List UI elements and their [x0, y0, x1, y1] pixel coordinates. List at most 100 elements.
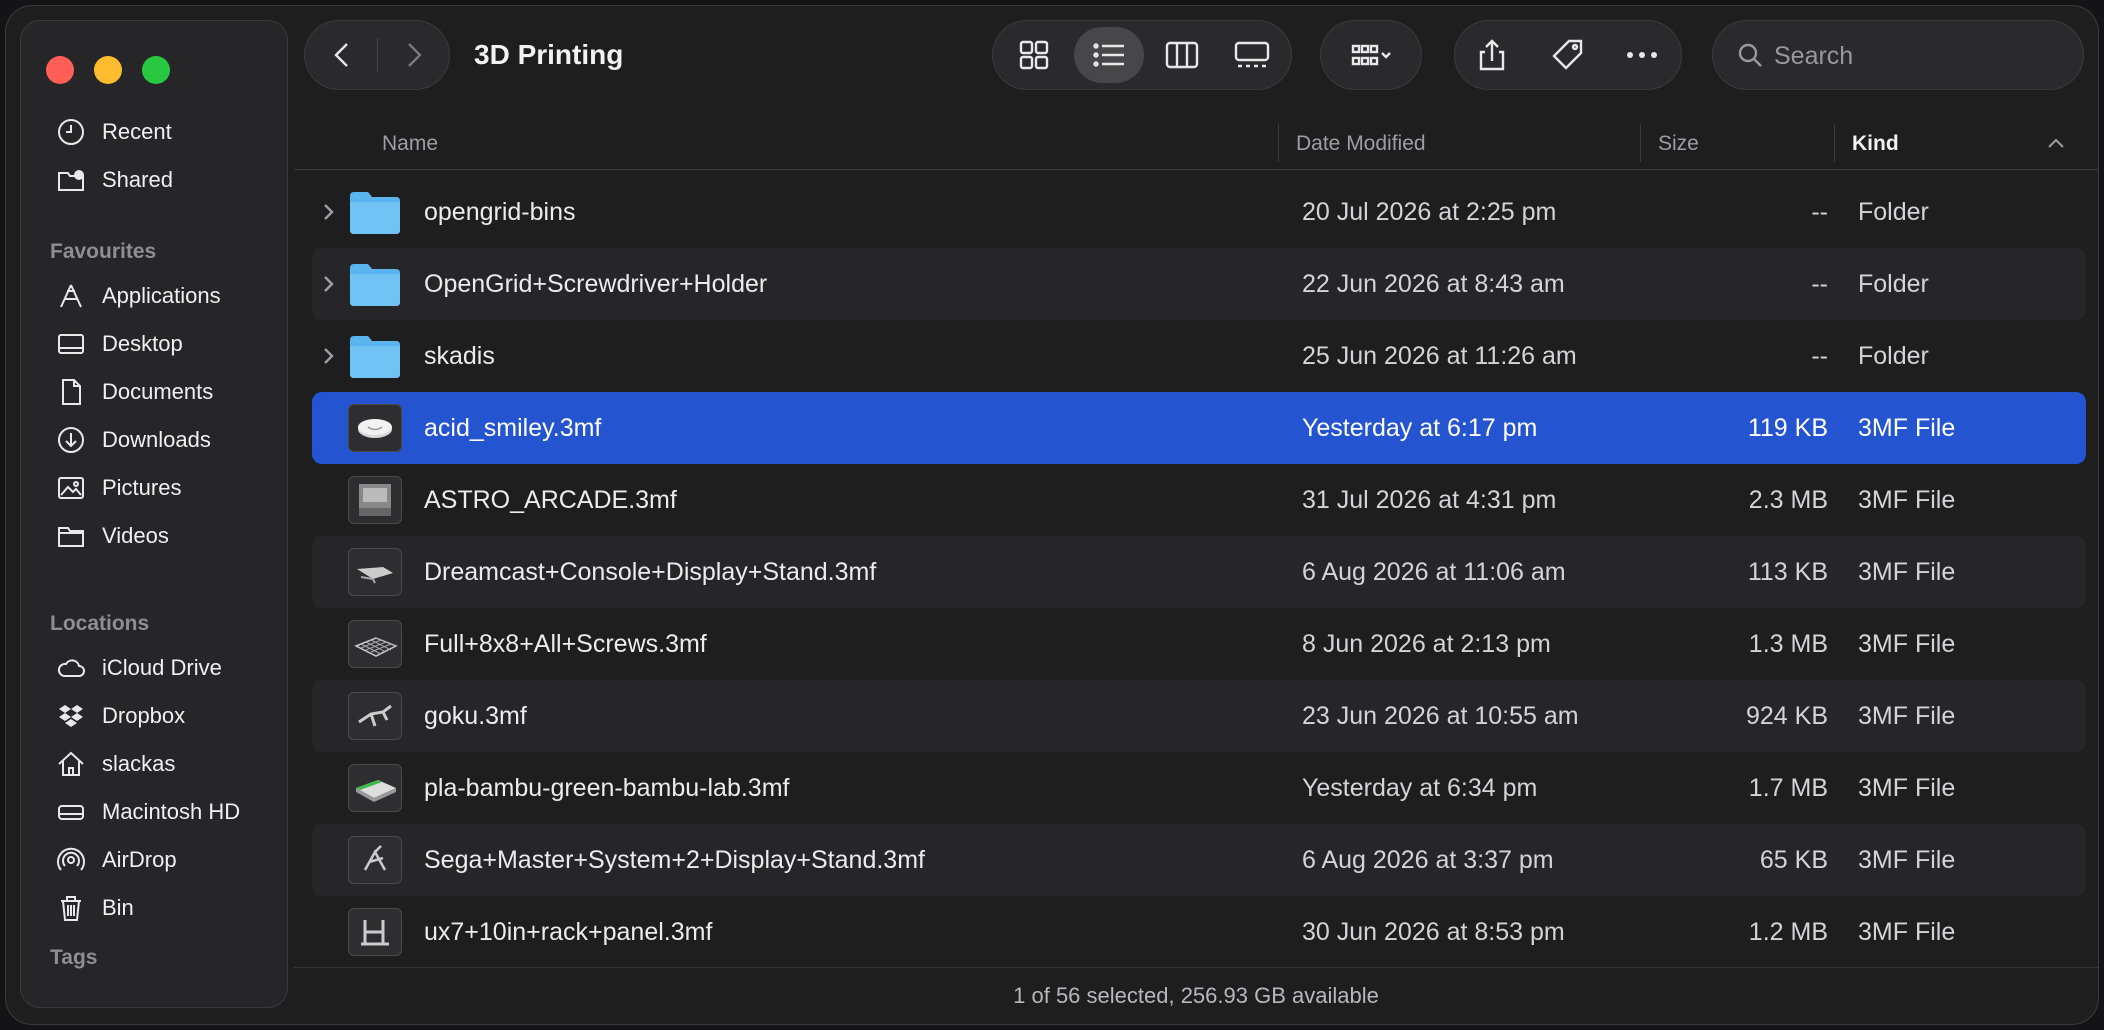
- folder-icon: [350, 264, 400, 306]
- sidebar-item-shared[interactable]: Shared: [20, 156, 288, 204]
- table-row[interactable]: opengrid-bins 20 Jul 2026 at 2:25 pm -- …: [312, 176, 2086, 248]
- disclosure-chevron-icon[interactable]: [322, 176, 342, 248]
- sidebar-item-icloud-drive[interactable]: iCloud Drive: [20, 644, 288, 692]
- table-row-selected[interactable]: acid_smiley.3mf Yesterday at 6:17 pm 119…: [312, 392, 2086, 464]
- file-kind: 3MF File: [1858, 486, 1956, 514]
- sidebar-item-downloads[interactable]: Downloads: [20, 416, 288, 464]
- tags-header[interactable]: Tags: [20, 938, 288, 978]
- columns-icon: [1165, 41, 1199, 69]
- file-name: Full+8x8+All+Screws.3mf: [424, 630, 707, 658]
- file-size: 1.7 MB: [1748, 774, 1828, 802]
- sidebar-item-dropbox[interactable]: Dropbox: [20, 692, 288, 740]
- icon-view-button[interactable]: [1004, 20, 1064, 90]
- zoom-window-button[interactable]: [142, 56, 170, 84]
- sidebar-item-label: Pictures: [102, 475, 182, 500]
- file-list: opengrid-bins 20 Jul 2026 at 2:25 pm -- …: [312, 176, 2086, 968]
- dropbox-icon: [54, 699, 88, 733]
- view-switcher: [992, 20, 1292, 90]
- minimize-window-button[interactable]: [94, 56, 122, 84]
- column-header-kind[interactable]: Kind: [1852, 124, 1899, 164]
- group-icon: [1351, 44, 1391, 66]
- sidebar-item-macintosh-hd[interactable]: Macintosh HD: [20, 788, 288, 836]
- chevron-left-icon: [334, 43, 348, 67]
- chevron-down-icon: [1381, 52, 1391, 59]
- file-kind: 3MF File: [1858, 702, 1956, 730]
- disclosure-chevron-icon[interactable]: [322, 320, 342, 392]
- search-placeholder: Search: [1774, 42, 1854, 70]
- disk-icon: [54, 795, 88, 829]
- sidebar-item-label: Applications: [102, 283, 221, 308]
- table-row[interactable]: Full+8x8+All+Screws.3mf 8 Jun 2026 at 2:…: [312, 608, 2086, 680]
- sidebar-tags-section: Tags: [20, 938, 288, 978]
- table-row[interactable]: ux7+10in+rack+panel.3mf 30 Jun 2026 at 8…: [312, 896, 2086, 968]
- table-row[interactable]: ASTRO_ARCADE.3mf 31 Jul 2026 at 4:31 pm …: [312, 464, 2086, 536]
- table-row[interactable]: Dreamcast+Console+Display+Stand.3mf 6 Au…: [312, 536, 2086, 608]
- column-view-button[interactable]: [1152, 20, 1212, 90]
- clock-icon: [54, 115, 88, 149]
- sidebar: Recent Shared Favourites Applications De…: [20, 20, 288, 1008]
- navigation-buttons: [304, 20, 450, 90]
- more-button[interactable]: [1612, 20, 1672, 90]
- group-button[interactable]: [1330, 20, 1412, 90]
- column-header-name[interactable]: Name: [382, 124, 438, 164]
- file-date: 8 Jun 2026 at 2:13 pm: [1302, 630, 1551, 658]
- file-kind: Folder: [1858, 270, 1929, 298]
- file-kind: 3MF File: [1858, 414, 1956, 442]
- file-size: 924 KB: [1745, 702, 1828, 730]
- disclosure-chevron-icon[interactable]: [322, 248, 342, 320]
- file-date: 31 Jul 2026 at 4:31 pm: [1302, 486, 1557, 514]
- file-size: --: [1811, 198, 1828, 226]
- table-row[interactable]: pla-bambu-green-bambu-lab.3mf Yesterday …: [312, 752, 2086, 824]
- sidebar-item-desktop[interactable]: Desktop: [20, 320, 288, 368]
- sidebar-item-bin[interactable]: Bin: [20, 884, 288, 932]
- table-row[interactable]: skadis 25 Jun 2026 at 11:26 am -- Folder: [312, 320, 2086, 392]
- nav-divider: [377, 38, 378, 72]
- file-kind: 3MF File: [1858, 630, 1956, 658]
- sort-ascending-icon: [2046, 124, 2066, 164]
- file-date: 22 Jun 2026 at 8:43 am: [1302, 270, 1565, 298]
- column-header-date[interactable]: Date Modified: [1296, 124, 1426, 164]
- sidebar-locations-section: Locations iCloud Drive Dropbox slackas M…: [20, 604, 288, 932]
- forward-button[interactable]: [384, 20, 444, 90]
- sidebar-item-documents[interactable]: Documents: [20, 368, 288, 416]
- sidebar-item-label: Dropbox: [102, 703, 186, 728]
- sidebar-item-label: iCloud Drive: [102, 655, 222, 680]
- list-icon: [1093, 43, 1124, 67]
- sidebar-item-label: Downloads: [102, 427, 211, 452]
- search-icon: [1730, 20, 1770, 90]
- folder-icon: [350, 336, 400, 378]
- 3mf-thumbnail-icon: [348, 548, 402, 596]
- sidebar-item-label: Recent: [102, 119, 172, 144]
- sidebar-item-airdrop[interactable]: AirDrop: [20, 836, 288, 884]
- gallery-view-button[interactable]: [1222, 20, 1282, 90]
- trash-icon: [54, 891, 88, 925]
- tag-icon: [1552, 39, 1583, 70]
- close-window-button[interactable]: [46, 56, 74, 84]
- table-row[interactable]: OpenGrid+Screwdriver+Holder 22 Jun 2026 …: [312, 248, 2086, 320]
- sidebar-item-pictures[interactable]: Pictures: [20, 464, 288, 512]
- share-button[interactable]: [1462, 20, 1522, 90]
- search-field[interactable]: [1712, 20, 2084, 90]
- home-icon: [54, 747, 88, 781]
- desktop-icon: [54, 327, 88, 361]
- sidebar-item-recent[interactable]: Recent: [20, 108, 288, 156]
- status-bar: 1 of 56 selected, 256.93 GB available: [294, 967, 2098, 1024]
- sidebar-item-label: Shared: [102, 167, 173, 192]
- photo-icon: [54, 471, 88, 505]
- sidebar-item-applications[interactable]: Applications: [20, 272, 288, 320]
- file-name: pla-bambu-green-bambu-lab.3mf: [424, 774, 790, 802]
- table-row[interactable]: Sega+Master+System+2+Display+Stand.3mf 6…: [312, 824, 2086, 896]
- file-name: Sega+Master+System+2+Display+Stand.3mf: [424, 846, 925, 874]
- window-controls: [46, 56, 170, 84]
- column-header-size[interactable]: Size: [1658, 124, 1699, 164]
- file-name: opengrid-bins: [424, 198, 576, 226]
- list-view-button[interactable]: [1074, 27, 1144, 83]
- sidebar-item-home[interactable]: slackas: [20, 740, 288, 788]
- group-by-menu[interactable]: [1320, 20, 1422, 90]
- sidebar-item-videos[interactable]: Videos: [20, 512, 288, 560]
- tag-button[interactable]: [1538, 20, 1598, 90]
- 3mf-thumbnail-icon: [348, 836, 402, 884]
- favourites-header: Favourites: [50, 240, 157, 263]
- table-row[interactable]: goku.3mf 23 Jun 2026 at 10:55 am 924 KB …: [312, 680, 2086, 752]
- back-button[interactable]: [312, 20, 372, 90]
